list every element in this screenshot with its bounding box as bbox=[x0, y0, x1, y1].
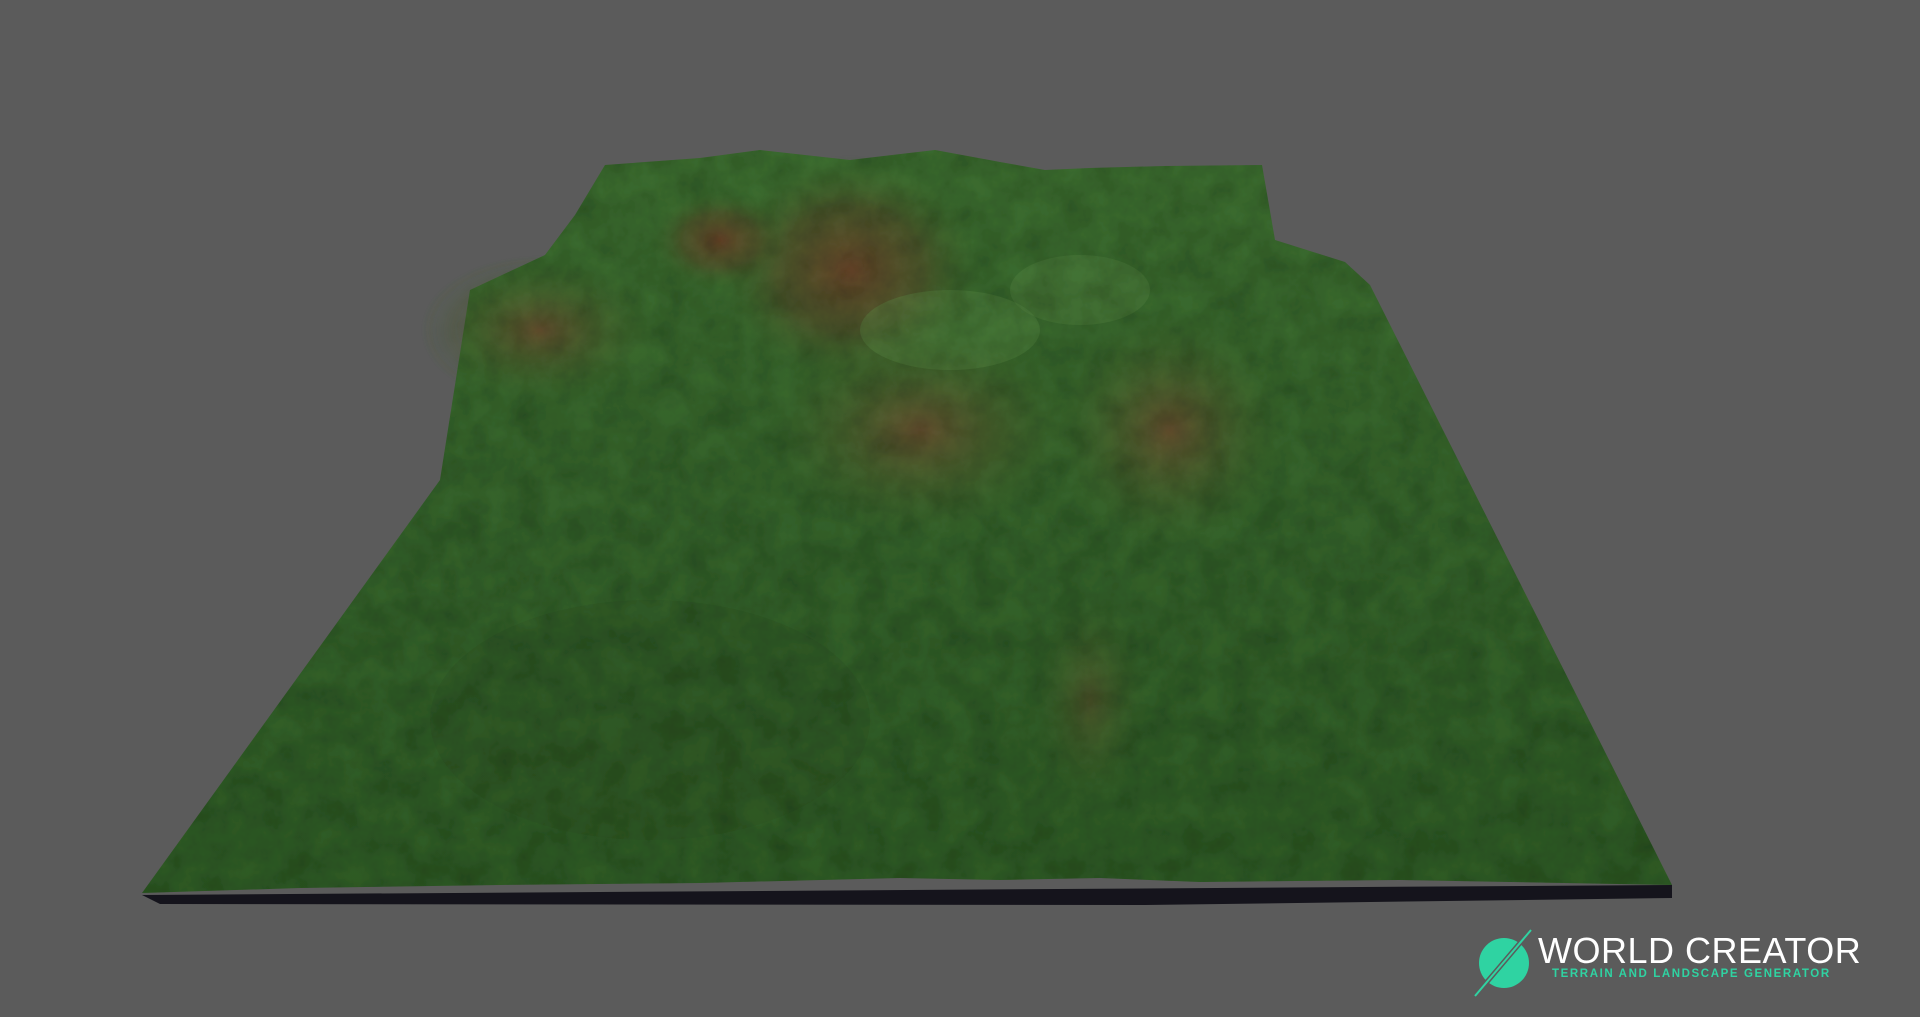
terrain-ridge bbox=[420, 255, 660, 405]
terrain-render[interactable] bbox=[0, 0, 1920, 1017]
render-viewport[interactable]: WORLD CREATOR TERRAIN AND LANDSCAPE GENE… bbox=[0, 0, 1920, 1017]
terrain-highlight bbox=[860, 290, 1040, 370]
terrain-ridge bbox=[1030, 590, 1150, 810]
brand-title: WORLD CREATOR bbox=[1538, 930, 1862, 971]
terrain-ridge bbox=[650, 190, 790, 290]
terrain-shadow bbox=[430, 600, 870, 840]
brand-subtitle: TERRAIN AND LANDSCAPE GENERATOR bbox=[1552, 968, 1831, 980]
world-creator-logo-icon bbox=[1473, 928, 1533, 998]
world-creator-brand: WORLD CREATOR TERRAIN AND LANDSCAPE GENE… bbox=[1466, 925, 1886, 999]
terrain-base-edge bbox=[142, 885, 1672, 905]
terrain-highlight bbox=[1010, 255, 1150, 325]
terrain-ridge bbox=[1050, 310, 1290, 550]
